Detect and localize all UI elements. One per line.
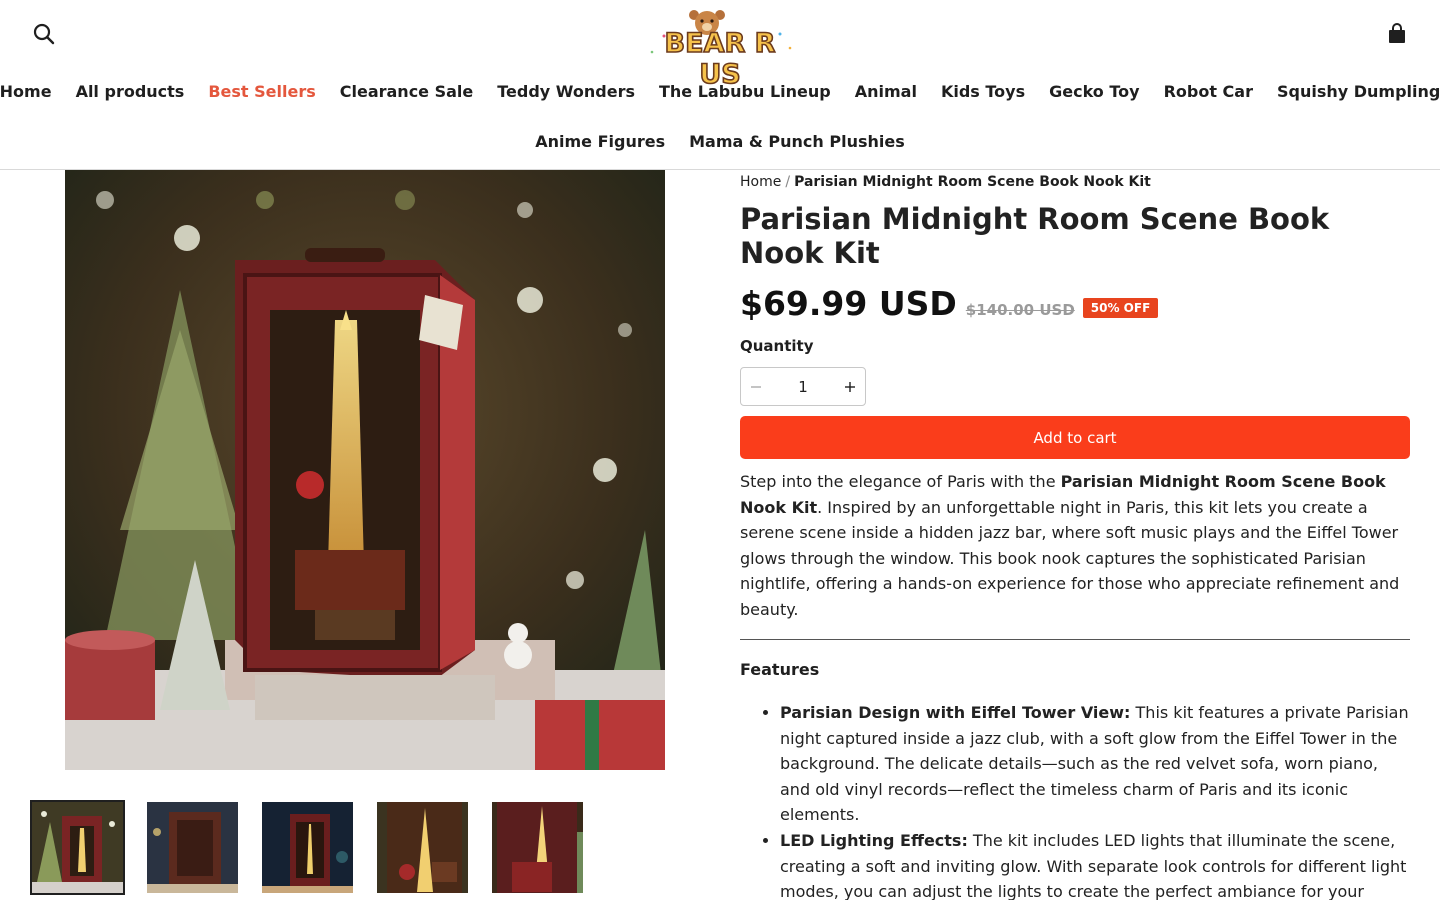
- product-title: Parisian Midnight Room Scene Book Nook K…: [740, 202, 1330, 270]
- quantity-increase-button[interactable]: [835, 368, 865, 405]
- nav-item-best-sellers[interactable]: Best Sellers: [208, 82, 315, 101]
- nav-item-anime-figures[interactable]: Anime Figures: [535, 132, 665, 151]
- breadcrumb-separator: /: [785, 174, 791, 190]
- thumbnail-image: [492, 802, 583, 893]
- plus-icon: [845, 381, 855, 392]
- add-to-cart-button[interactable]: Add to cart: [740, 416, 1410, 459]
- thumbnail-4[interactable]: [375, 800, 470, 895]
- nav-item-animal[interactable]: Animal: [855, 82, 917, 101]
- cart-button[interactable]: [1386, 22, 1408, 46]
- thumbnail-image: [262, 802, 353, 893]
- quantity-decrease-button[interactable]: [741, 368, 771, 405]
- breadcrumb: Home / Parisian Midnight Room Scene Book N…: [740, 174, 1151, 190]
- search-icon: [33, 23, 55, 45]
- main-nav-row-2: Anime Figures Mama & Punch Plushies: [0, 132, 1440, 151]
- main-nav-row-1: Home All products Best Sellers Clearance…: [0, 82, 1440, 101]
- sale-price: $69.99 USD: [740, 284, 957, 323]
- breadcrumb-home[interactable]: Home: [740, 174, 781, 190]
- compare-at-price: $140.00 USD: [965, 301, 1075, 319]
- description-intro: Step into the elegance of Paris with the: [740, 472, 1061, 491]
- book-nook-image: [65, 170, 665, 770]
- price-row: $69.99 USD $140.00 USD 50% OFF: [740, 284, 1159, 323]
- nav-item-gecko-toy[interactable]: Gecko Toy: [1049, 82, 1139, 101]
- minus-icon: [751, 385, 761, 388]
- nav-item-squishy-dumpling[interactable]: Squishy Dumpling: [1277, 82, 1440, 101]
- search-button[interactable]: [30, 20, 58, 48]
- thumbnail-strip: [30, 800, 585, 895]
- nav-item-clearance-sale[interactable]: Clearance Sale: [340, 82, 474, 101]
- logo-text: BEAR R US: [664, 27, 777, 91]
- description-body: . Inspired by an unforgettable night in …: [740, 497, 1400, 619]
- thumbnail-1[interactable]: [30, 800, 125, 895]
- shopping-bag-icon: [1389, 23, 1405, 43]
- quantity-stepper: [740, 367, 866, 406]
- thumbnail-image: [377, 802, 468, 893]
- product-main-image[interactable]: [65, 170, 665, 770]
- thumbnail-image: [32, 802, 123, 893]
- section-divider: [740, 639, 1410, 640]
- nav-item-teddy-wonders[interactable]: Teddy Wonders: [497, 82, 635, 101]
- thumbnail-2[interactable]: [145, 800, 240, 895]
- site-logo[interactable]: BEAR R US: [644, 6, 796, 91]
- nav-item-robot-car[interactable]: Robot Car: [1164, 82, 1253, 101]
- quantity-input[interactable]: [771, 368, 835, 405]
- thumbnail-5[interactable]: [490, 800, 585, 895]
- quantity-label: Quantity: [740, 337, 814, 355]
- product-description: Step into the elegance of Paris with the…: [740, 469, 1410, 623]
- thumbnail-image: [147, 802, 238, 893]
- feature-item: Parisian Design with Eiffel Tower View: …: [780, 700, 1410, 828]
- thumbnail-3[interactable]: [260, 800, 355, 895]
- site-header: BEAR R US Home All products Best Sellers…: [0, 0, 1440, 170]
- nav-item-all-products[interactable]: All products: [76, 82, 185, 101]
- features-list: Parisian Design with Eiffel Tower View: …: [780, 700, 1410, 900]
- feature-item: LED Lighting Effects: The kit includes L…: [780, 828, 1410, 900]
- features-heading: Features: [740, 660, 820, 679]
- breadcrumb-current: Parisian Midnight Room Scene Book Nook K…: [794, 174, 1151, 190]
- feature-title: LED Lighting Effects:: [780, 830, 968, 850]
- discount-badge: 50% OFF: [1082, 298, 1159, 318]
- feature-title: Parisian Design with Eiffel Tower View:: [780, 703, 1131, 722]
- nav-item-home[interactable]: Home: [0, 82, 52, 101]
- nav-item-kids-toys[interactable]: Kids Toys: [941, 82, 1025, 101]
- nav-item-labubu-lineup[interactable]: The Labubu Lineup: [659, 82, 831, 101]
- nav-item-mama-punch-plushies[interactable]: Mama & Punch Plushies: [689, 132, 905, 151]
